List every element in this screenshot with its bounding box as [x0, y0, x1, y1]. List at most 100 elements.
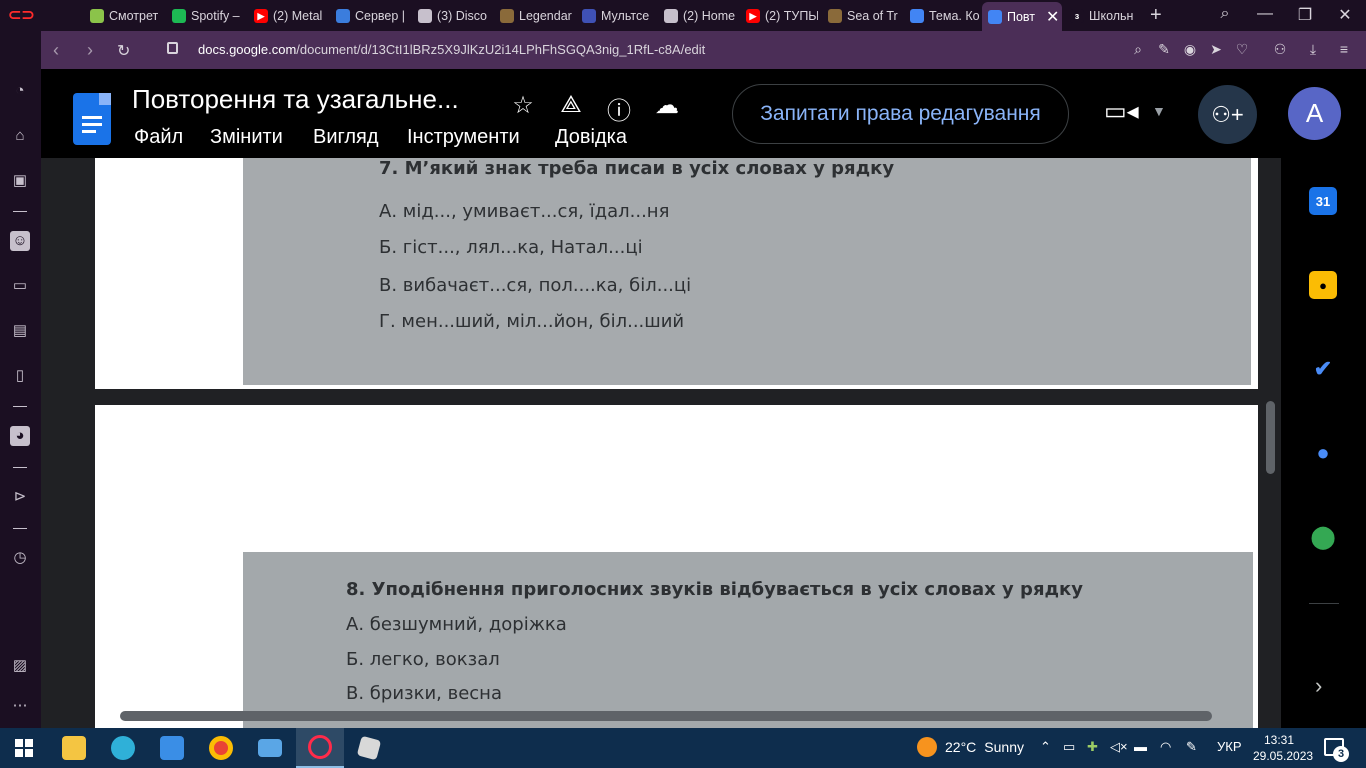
windows-taskbar: 22°C Sunny ⌃ ▭ ✚ ◁× ▬ ◠ ✎ УКР 13:31 29.0…: [0, 728, 1366, 768]
menu-item[interactable]: Інструменти: [407, 126, 520, 149]
download-icon[interactable]: ⤓: [1304, 41, 1322, 58]
document-page: 8. Уподібнення приголосних звуків відбув…: [95, 405, 1258, 728]
calendar-icon[interactable]: 31: [1309, 187, 1337, 215]
browser-tab[interactable]: Мультсе: [576, 4, 654, 28]
network-icon[interactable]: ◠: [1160, 739, 1171, 755]
battery-icon[interactable]: ▬: [1134, 739, 1147, 754]
notification-count-badge: 3: [1333, 746, 1349, 762]
share-person-add-icon[interactable]: ⚇+: [1198, 85, 1257, 144]
document-title[interactable]: Повторення та узагальне...: [132, 84, 459, 115]
back-button[interactable]: ‹: [53, 40, 59, 61]
browser-tab[interactable]: Сервер |: [330, 4, 408, 28]
tab-label: Spotify –: [191, 9, 240, 23]
minimize-button[interactable]: —: [1254, 5, 1276, 23]
embedded-image-q8[interactable]: 8. Уподібнення приголосних звуків відбув…: [243, 552, 1253, 728]
menu-item[interactable]: Змінити: [210, 126, 283, 149]
horizontal-scrollbar[interactable]: [120, 711, 1212, 721]
player-icon[interactable]: ⊳: [10, 487, 30, 507]
chevron-down-icon[interactable]: ▼: [1152, 103, 1166, 119]
zoom-icon[interactable]: ⌕: [1129, 41, 1147, 58]
search-tabs-icon[interactable]: ⌕: [1214, 5, 1236, 23]
star-icon[interactable]: ☆: [507, 91, 539, 120]
browser-tab[interactable]: Повт ✕: [982, 2, 1062, 31]
avatar[interactable]: A: [1288, 87, 1341, 140]
docs-logo-icon[interactable]: [73, 93, 111, 145]
browser-tab[interactable]: Legendar: [494, 4, 572, 28]
weather-widget[interactable]: 22°C Sunny: [917, 737, 1024, 757]
close-window-button[interactable]: ✕: [1334, 5, 1356, 25]
send-icon[interactable]: ➤: [1207, 41, 1225, 58]
browser-tab[interactable]: ▶ (2) ТУПЫ: [740, 4, 818, 28]
gallery-icon[interactable]: ▨: [10, 656, 30, 676]
chrome-icon[interactable]: [197, 728, 245, 768]
browser-tab[interactable]: ▶ (2) Metal: [248, 4, 326, 28]
cpu-icon[interactable]: ▣: [10, 171, 30, 191]
edge-icon[interactable]: [99, 728, 147, 768]
browser-tab[interactable]: Sea of Tr: [822, 4, 900, 28]
mail-icon[interactable]: [246, 728, 294, 768]
contacts-icon[interactable]: ●: [1309, 439, 1337, 467]
new-tab-button[interactable]: +: [1150, 4, 1162, 27]
pen-icon[interactable]: ✎: [1186, 739, 1197, 755]
maps-icon[interactable]: ⬤: [1309, 523, 1337, 551]
menu-item[interactable]: Вигляд: [313, 126, 379, 149]
opera-gx-icon[interactable]: [296, 728, 344, 768]
language-indicator[interactable]: УКР: [1217, 739, 1242, 754]
reload-button[interactable]: ↻: [117, 41, 130, 61]
request-edit-access-button[interactable]: Запитати права редагування: [732, 84, 1069, 144]
edit-icon[interactable]: ✎: [1155, 41, 1173, 58]
forward-button[interactable]: ›: [87, 40, 93, 61]
more-icon[interactable]: ⋯: [10, 696, 30, 716]
question-7-option: В. вибачаєт...ся, пол....ка, біл...ці: [379, 275, 692, 296]
chevron-up-icon[interactable]: ⌃: [1040, 739, 1051, 755]
browser-tab[interactable]: (2) Home: [658, 4, 736, 28]
question-7-option: А. мід..., умиваєт...ся, їдал...ня: [379, 201, 670, 222]
meet-now-icon[interactable]: ▭: [1063, 739, 1075, 755]
info-icon[interactable]: ⓘ: [603, 91, 635, 126]
history-icon[interactable]: ◷: [10, 548, 30, 568]
tab-label: Смотрет: [109, 9, 159, 23]
browser-tab-bar: ⊂⊃ Смотрет Spotify – ▶ (2) Metal Сервер | (3)…: [0, 0, 1366, 31]
camera-icon[interactable]: ◉: [1181, 41, 1199, 58]
gx-corner-icon[interactable]: ☺: [10, 231, 30, 251]
browser-tab[interactable]: Смотрет: [84, 4, 162, 28]
browser-tab[interactable]: (3) Disco: [412, 4, 490, 28]
clock[interactable]: 13:31 29.05.2023: [1253, 732, 1313, 764]
restore-button[interactable]: ❐: [1294, 5, 1316, 25]
profile-icon[interactable]: ⚇: [1271, 41, 1289, 58]
volume-icon[interactable]: ◁×: [1110, 739, 1128, 755]
tasks-icon[interactable]: ✔: [1309, 355, 1337, 383]
cloud-status-icon[interactable]: ☁: [651, 91, 683, 120]
menu-icon[interactable]: ≡: [1335, 41, 1353, 57]
file-explorer-icon[interactable]: [50, 728, 98, 768]
move-to-drive-icon[interactable]: ⟁: [555, 91, 587, 119]
expand-panel-icon[interactable]: ›: [1315, 673, 1322, 699]
heart-icon[interactable]: ♡: [1233, 41, 1251, 58]
roblox-icon[interactable]: [345, 728, 393, 768]
keep-icon[interactable]: ●: [1309, 271, 1337, 299]
book-icon[interactable]: ▭: [10, 276, 30, 296]
menu-item[interactable]: Довідка: [555, 126, 627, 149]
plus-tray-icon[interactable]: ✚: [1087, 739, 1098, 755]
menu-item[interactable]: Файл: [134, 126, 183, 149]
browser-tab[interactable]: з Школьн: [1064, 4, 1144, 28]
browser-tab[interactable]: Spotify –: [166, 4, 244, 28]
tab-favicon-icon: [582, 9, 596, 23]
speedometer-icon[interactable]: ◔: [10, 81, 30, 101]
start-button[interactable]: [0, 728, 48, 768]
tab-label: Сервер |: [355, 9, 406, 23]
video-camera-icon[interactable]: ▭◂: [1104, 97, 1139, 127]
url-field[interactable]: docs.google.com/document/d/13CtI1lBRz5X9…: [198, 42, 705, 57]
briefcase-icon[interactable]: ▤: [10, 321, 30, 341]
lock-icon: [167, 42, 178, 54]
discord-icon[interactable]: ◕: [10, 426, 30, 446]
vertical-scrollbar[interactable]: [1266, 401, 1275, 474]
document-icon[interactable]: ▯: [10, 366, 30, 386]
close-tab-icon[interactable]: ✕: [1046, 7, 1059, 27]
store-icon[interactable]: [148, 728, 196, 768]
embedded-image-q7[interactable]: 7. М’який знак треба писаи в усіх словах…: [243, 158, 1251, 385]
browser-tab[interactable]: Тема. Ко: [904, 4, 980, 28]
opera-gx-menu-icon[interactable]: ⊂⊃: [8, 6, 35, 26]
gx-control-icon[interactable]: ⌂: [10, 126, 30, 146]
tab-favicon-icon: [500, 9, 514, 23]
